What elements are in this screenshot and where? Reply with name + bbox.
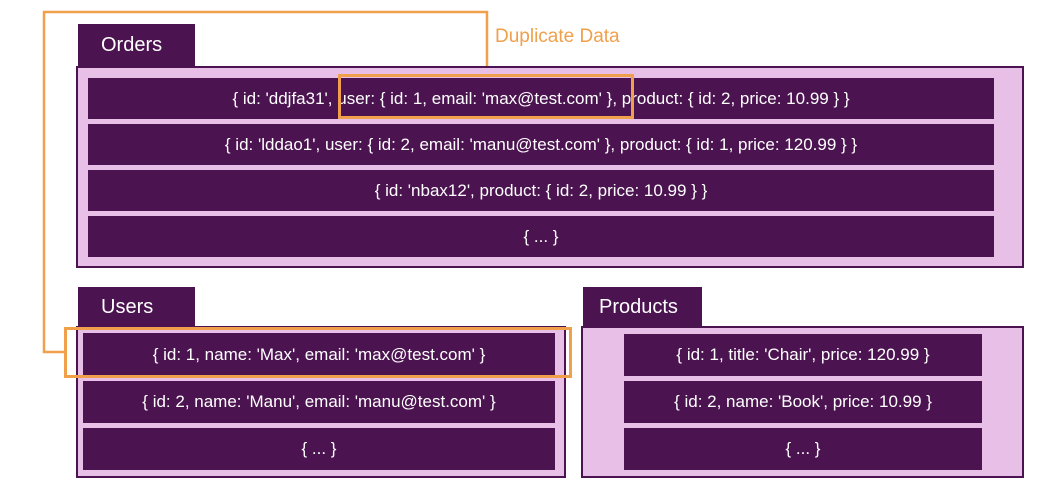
- users-tab: Users: [78, 287, 195, 327]
- orders-row: { ... }: [88, 216, 994, 257]
- products-row: { ... }: [624, 428, 982, 470]
- users-row: { id: 2, name: 'Manu', email: 'manu@test…: [83, 381, 555, 423]
- duplicate-highlight-users: [64, 327, 572, 378]
- duplicate-highlight-orders: [338, 74, 634, 119]
- duplicate-data-label: Duplicate Data: [495, 26, 620, 47]
- products-row: { id: 2, name: 'Book', price: 10.99 }: [624, 381, 982, 423]
- products-row: { id: 1, title: 'Chair', price: 120.99 }: [624, 334, 982, 376]
- products-panel: { id: 1, title: 'Chair', price: 120.99 }…: [581, 326, 1024, 478]
- products-tab: Products: [583, 287, 702, 327]
- orders-row: { id: 'nbax12', product: { id: 2, price:…: [88, 170, 994, 211]
- orders-row: { id: 'lddao1', user: { id: 2, email: 'm…: [88, 124, 994, 165]
- orders-tab: Orders: [78, 24, 195, 66]
- users-row: { ... }: [83, 428, 555, 470]
